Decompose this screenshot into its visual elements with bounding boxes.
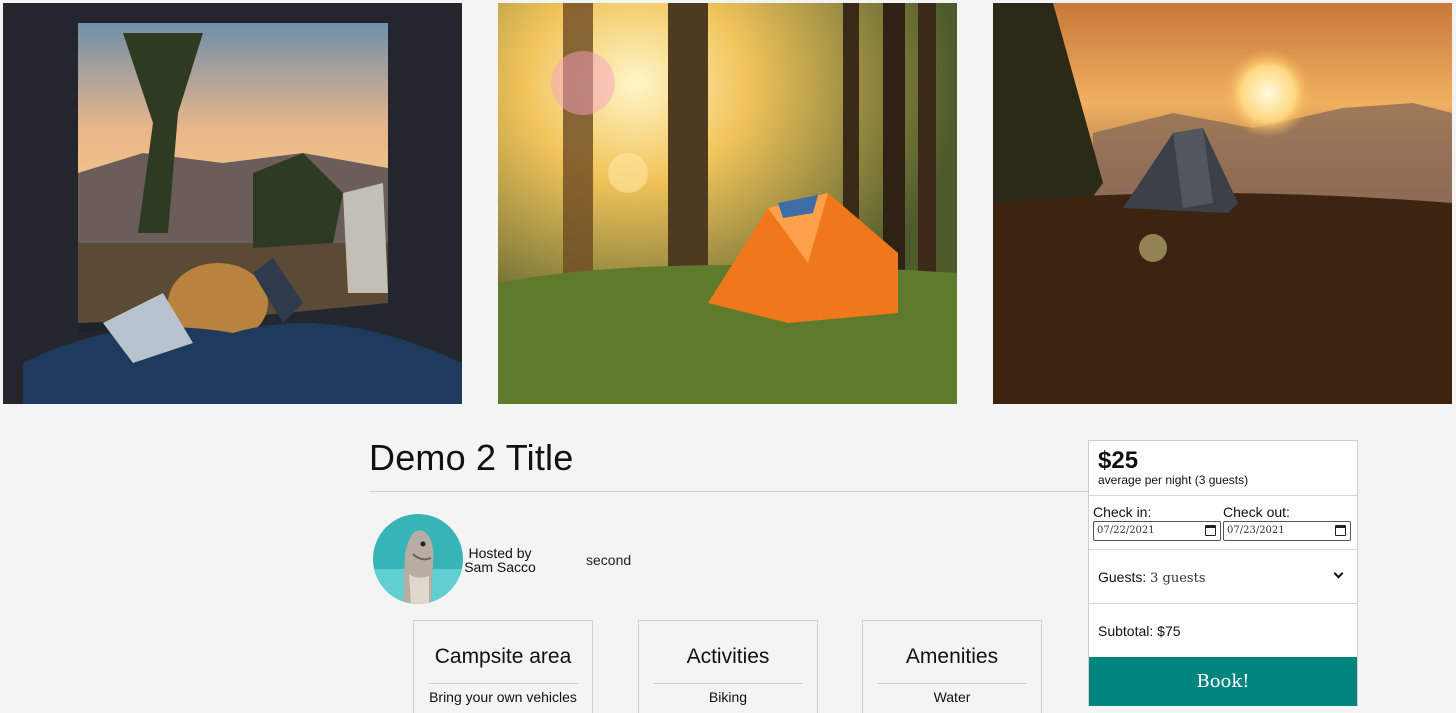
feature-card-activities: Activities Biking: [638, 620, 818, 713]
feature-divider: [428, 683, 578, 684]
book-button[interactable]: Book!: [1089, 657, 1357, 706]
second-text: second: [586, 552, 632, 568]
feature-item: Bring your own vehicles: [429, 689, 577, 705]
price-section: $25 average per night (3 guests): [1089, 441, 1357, 496]
calendar-icon[interactable]: [1205, 525, 1216, 536]
feature-heading: Amenities: [905, 645, 999, 668]
host-name[interactable]: Sam Sacco: [462, 560, 538, 574]
photo-gallery: [3, 3, 1455, 404]
checkout-input[interactable]: 07/23/2021: [1223, 521, 1351, 541]
chevron-down-icon: [1333, 568, 1344, 579]
checkin-value: 07/22/2021: [1097, 525, 1155, 536]
price-amount: $25: [1098, 447, 1139, 474]
checkout-group: Check out: 07/23/2021: [1223, 505, 1351, 541]
checkout-value: 07/23/2021: [1227, 525, 1285, 536]
checkout-label: Check out:: [1223, 504, 1290, 520]
title-divider: [369, 491, 1090, 492]
guests-value: 3 guests: [1150, 571, 1206, 586]
price-note: average per night (3 guests): [1098, 473, 1249, 487]
feature-item: Water: [933, 689, 971, 705]
forest-tent-photo[interactable]: [498, 3, 957, 404]
feature-heading: Activities: [686, 645, 770, 668]
feature-item: Biking: [708, 689, 748, 705]
dates-section: Check in: 07/22/2021 Check out: 07/23/20…: [1089, 496, 1357, 550]
host-info: Hosted by Sam Sacco: [462, 546, 538, 574]
guests-label: Guests:: [1098, 569, 1147, 585]
listing-title: Demo 2 Title: [369, 437, 574, 478]
feature-divider: [653, 683, 803, 684]
checkin-input[interactable]: 07/22/2021: [1093, 521, 1221, 541]
feature-divider: [877, 683, 1027, 684]
host-avatar[interactable]: [373, 514, 463, 604]
booking-widget: $25 average per night (3 guests) Check i…: [1088, 440, 1358, 706]
host-prefix: Hosted by: [468, 545, 532, 561]
feature-heading: Campsite area: [434, 645, 572, 668]
sunset-tent-photo[interactable]: [993, 3, 1452, 404]
subtotal-text: Subtotal: $75: [1098, 623, 1181, 639]
checkin-group: Check in: 07/22/2021: [1093, 505, 1221, 541]
feature-card-amenities: Amenities Water: [862, 620, 1042, 713]
calendar-icon[interactable]: [1335, 525, 1346, 536]
checkin-label: Check in:: [1093, 504, 1152, 520]
van-campsite-photo[interactable]: [3, 3, 462, 404]
feature-card-campsite: Campsite area Bring your own vehicles: [413, 620, 593, 713]
guests-select[interactable]: Guests: 3 guests: [1089, 550, 1357, 604]
